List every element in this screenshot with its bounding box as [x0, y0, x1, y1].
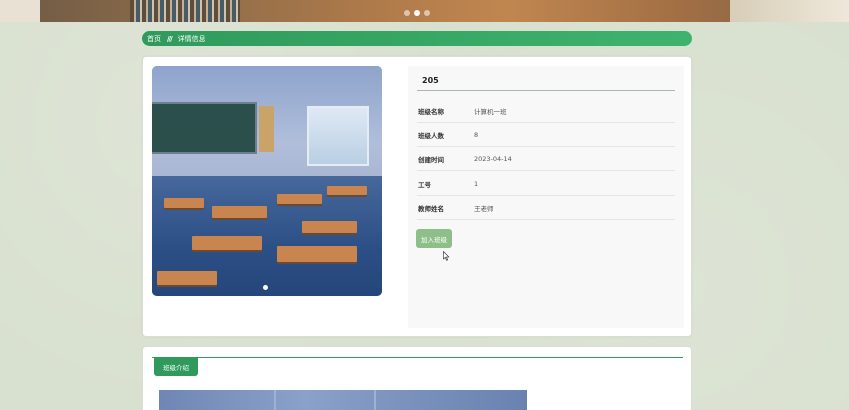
- info-label: 班级人数: [418, 131, 444, 140]
- info-row-class-size: 班级人数 8: [417, 123, 675, 147]
- intro-image-pillar: [374, 390, 376, 410]
- info-row-created-date: 创建时间 2023-04-14: [417, 147, 675, 171]
- photo-desk: [192, 236, 262, 250]
- tab-divider: [152, 357, 683, 358]
- info-label: 创建时间: [418, 155, 444, 164]
- photo-corkboard: [259, 106, 274, 152]
- intro-image-pillar: [274, 390, 276, 410]
- mouse-cursor-icon: [443, 251, 450, 261]
- info-row-staff-id: 工号 1: [417, 172, 675, 196]
- banner-carousel-indicators: [404, 10, 430, 16]
- info-value: 王老师: [474, 204, 494, 213]
- photo-desk: [157, 271, 217, 285]
- banner-dot-1[interactable]: [404, 10, 410, 16]
- class-intro-image: [159, 390, 527, 410]
- info-value: 2023-04-14: [474, 154, 512, 163]
- photo-desk: [277, 246, 357, 262]
- info-row-class-name: 班级名称 计算机一班: [417, 99, 675, 123]
- info-label: 班级名称: [418, 107, 444, 116]
- info-value: 计算机一班: [474, 107, 507, 116]
- detail-card: 205 班级名称 计算机一班 班级人数 8 创建时间 2023-04-14 工号…: [142, 56, 692, 337]
- info-value: 1: [474, 179, 479, 188]
- info-label: 工号: [418, 180, 431, 189]
- banner-shelf-left: [0, 0, 40, 22]
- info-label: 教师姓名: [418, 204, 444, 213]
- photo-desk: [164, 198, 204, 208]
- breadcrumb: 首页 /// 详情信息: [142, 31, 692, 46]
- class-title: 205: [417, 71, 675, 91]
- banner-window: [730, 0, 849, 22]
- photo-desk: [212, 206, 267, 218]
- breadcrumb-home-link[interactable]: 首页: [147, 34, 161, 44]
- photo-desk: [302, 221, 357, 233]
- classroom-photo-carousel[interactable]: [152, 66, 382, 296]
- photo-desk: [277, 194, 322, 204]
- photo-carousel-dot[interactable]: [263, 285, 268, 290]
- banner-dot-2[interactable]: [414, 10, 420, 16]
- tab-class-intro[interactable]: 班级介绍: [154, 358, 198, 376]
- top-banner-carousel: [0, 0, 849, 22]
- class-info-panel: 205 班级名称 计算机一班 班级人数 8 创建时间 2023-04-14 工号…: [408, 66, 684, 328]
- join-class-button[interactable]: 加入班级: [416, 229, 452, 248]
- photo-chalkboard: [152, 102, 257, 154]
- photo-window: [307, 106, 369, 166]
- breadcrumb-current: 详情信息: [177, 34, 206, 43]
- banner-dot-3[interactable]: [424, 10, 430, 16]
- info-value: 8: [474, 130, 479, 139]
- photo-desk: [327, 186, 367, 195]
- info-row-teacher-name: 教师姓名 王老师: [417, 196, 675, 220]
- banner-bookshelf: [130, 0, 240, 22]
- class-intro-card: 班级介绍: [142, 346, 692, 410]
- breadcrumb-separator: ///: [167, 34, 173, 43]
